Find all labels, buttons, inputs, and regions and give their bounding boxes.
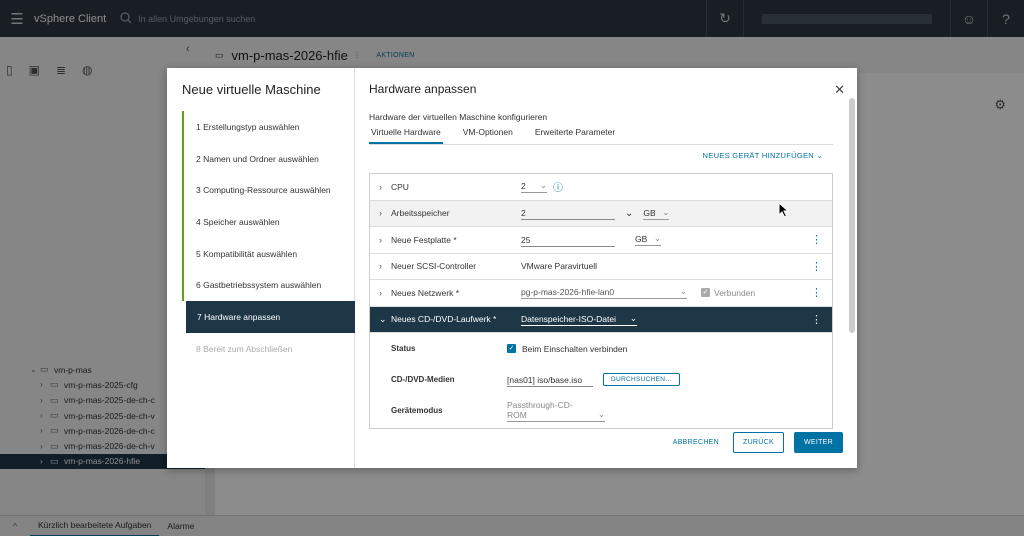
hardware-table: › CPU 2⌄ ⓘ › Arbeitsspeicher 2 ⌄ GB⌄ › [369, 173, 833, 429]
wizard-steps: Neue virtuelle Maschine 1 Erstellungstyp… [167, 68, 355, 468]
more-vertical-icon[interactable]: ⋮ [811, 286, 822, 299]
cancel-button[interactable]: ABBRECHEN [669, 433, 723, 452]
browse-button[interactable]: DURCHSUCHEN... [603, 373, 680, 386]
disk-label: Neue Festplatte * [391, 234, 457, 245]
page-subtitle: Hardware der virtuellen Maschine konfigu… [369, 112, 548, 122]
mode-label: Gerätemodus [391, 406, 443, 415]
chevron-down-icon[interactable]: ⌄ [625, 208, 633, 219]
status-label: Status [391, 344, 416, 353]
scrollbar[interactable] [849, 98, 855, 333]
tab-advanced-parameters[interactable]: Erweiterte Parameter [533, 127, 617, 144]
new-vm-wizard: Neue virtuelle Maschine 1 Erstellungstyp… [167, 68, 857, 468]
chevron-right-icon[interactable]: › [379, 235, 382, 245]
tab-virtual-hardware[interactable]: Virtuelle Hardware [369, 127, 443, 144]
info-icon[interactable]: ⓘ [553, 179, 563, 194]
back-button[interactable]: ZURÜCK [733, 432, 784, 453]
hw-row-network: › Neues Netzwerk * pg-p-mas-2026-hfie-la… [370, 280, 832, 307]
chevron-down-icon[interactable]: ⌄ [379, 314, 387, 325]
memory-unit-select[interactable]: GB ⌄ [643, 207, 670, 220]
chevron-right-icon[interactable]: › [379, 261, 382, 271]
tab-vm-options[interactable]: VM-Optionen [461, 127, 515, 144]
cd-status-row: Status ✓ Beim Einschalten verbinden [370, 333, 832, 364]
hw-row-memory: › Arbeitsspeicher 2 ⌄ GB ⌄ [370, 200, 832, 227]
wizard-step-8: 8 Bereit zum Abschließen [196, 343, 293, 354]
connected-label: Verbunden [714, 287, 756, 298]
add-device-button[interactable]: NEUES GERÄT HINZUFÜGEN ⌄ [703, 151, 823, 160]
hw-row-cpu: › CPU 2 ⌄ ⓘ [370, 174, 832, 201]
more-vertical-icon[interactable]: ⋮ [811, 233, 822, 246]
cdrom-label: Neues CD-/DVD-Laufwerk * [391, 314, 497, 325]
status-value: Beim Einschalten verbinden [522, 343, 628, 354]
memory-label: Arbeitsspeicher [391, 208, 450, 219]
more-vertical-icon[interactable]: ⋮ [811, 260, 822, 273]
network-select[interactable]: pg-p-mas-2026-hfie-lan0 ⌄ [521, 286, 687, 300]
close-icon[interactable]: ✕ [834, 82, 845, 98]
wizard-step-6[interactable]: 6 Gastbetriebssystem auswählen [182, 269, 355, 302]
wizard-step-1[interactable]: 1 Erstellungstyp auswählen [182, 111, 355, 143]
wizard-step-2[interactable]: 2 Namen und Ordner auswählen [182, 142, 355, 175]
connected-checkbox[interactable]: ✓ [701, 288, 710, 298]
cd-media-row: CD-/DVD-Medien [nas01] iso/base.iso DURC… [370, 364, 832, 395]
wizard-title: Neue virtuelle Maschine [182, 82, 321, 97]
hw-row-disk: › Neue Festplatte * 25 GB ⌄ ⋮ [370, 227, 832, 254]
media-label: CD-/DVD-Medien [391, 375, 455, 384]
hw-row-cdrom: ⌄ Neues CD-/DVD-Laufwerk * Datenspeicher… [370, 306, 832, 333]
hw-row-scsi: › Neuer SCSI-Controller VMware Paravirtu… [370, 254, 832, 280]
cd-mode-row: Gerätemodus Passthrough-CD-ROM ⌄ [370, 395, 832, 426]
wizard-content: Hardware anpassen ✕ Hardware der virtuel… [355, 68, 857, 468]
memory-input[interactable]: 2 [521, 206, 615, 221]
disk-unit-select[interactable]: GB ⌄ [635, 233, 661, 247]
connect-at-power-on-checkbox[interactable]: ✓ [507, 344, 516, 353]
media-path-input[interactable]: [nas01] iso/base.iso [507, 373, 593, 387]
cdrom-type-select[interactable]: Datenspeicher-ISO-Datei ⌄ [521, 313, 637, 326]
cpu-label: CPU [391, 181, 409, 192]
chevron-right-icon[interactable]: › [379, 208, 382, 218]
network-label: Neues Netzwerk * [391, 287, 460, 298]
more-vertical-icon[interactable]: ⋮ [811, 313, 822, 326]
scsi-value: VMware Paravirtuell [521, 261, 598, 272]
wizard-step-7[interactable]: 7 Hardware anpassen [186, 301, 355, 333]
mouse-cursor-icon [778, 202, 790, 218]
wizard-step-4[interactable]: 4 Speicher auswählen [182, 206, 355, 238]
wizard-step-3[interactable]: 3 Computing-Ressource auswählen [182, 174, 355, 207]
wizard-step-5[interactable]: 5 Kompatibilität auswählen [182, 237, 355, 270]
next-button[interactable]: WEITER [793, 432, 843, 453]
cpu-select[interactable]: 2 ⌄ [521, 180, 547, 194]
scsi-label: Neuer SCSI-Controller [391, 261, 477, 272]
disk-size-input[interactable]: 25 [521, 233, 615, 247]
device-mode-select[interactable]: Passthrough-CD-ROM ⌄ [507, 400, 605, 422]
chevron-right-icon[interactable]: › [379, 288, 382, 298]
page-title: Hardware anpassen [369, 82, 477, 96]
chevron-right-icon[interactable]: › [379, 182, 382, 192]
